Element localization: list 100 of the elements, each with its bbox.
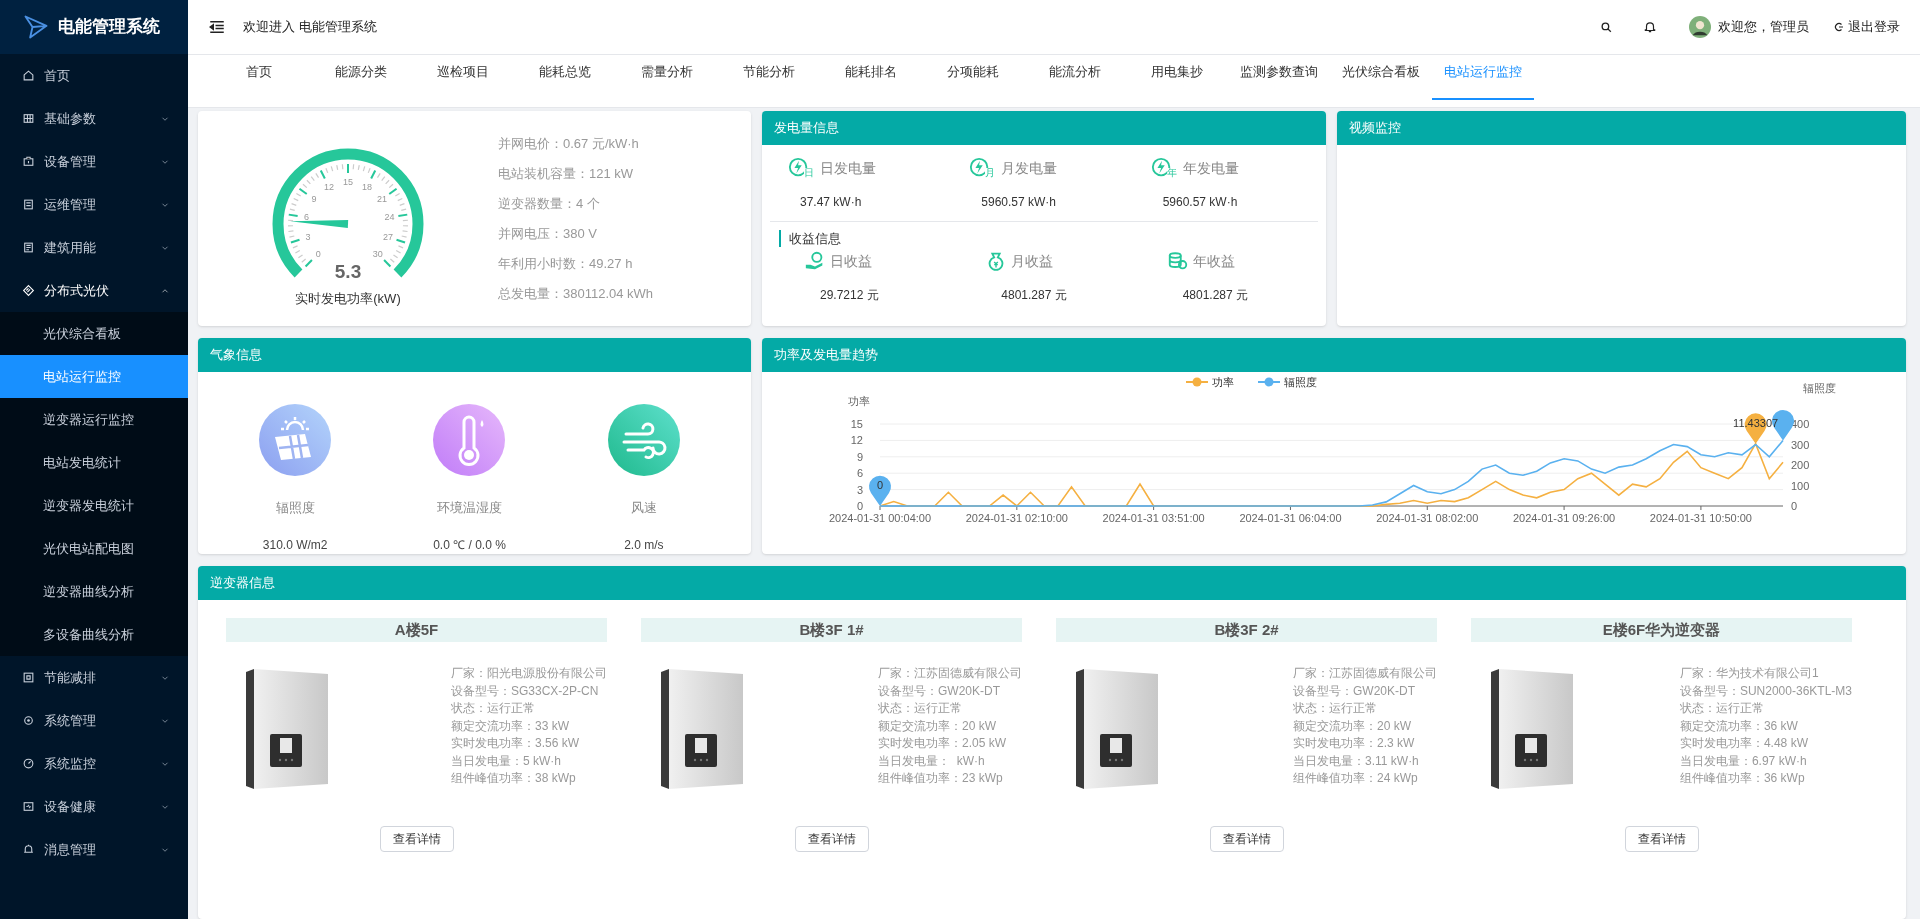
tab[interactable]: 能流分析 xyxy=(1024,58,1126,100)
pin-label: 0 xyxy=(876,478,884,491)
gauge-scale-label: 6 xyxy=(304,212,309,222)
sidebar-item[interactable]: 系统监控 xyxy=(0,742,188,785)
gauge-scale-label: 15 xyxy=(343,176,353,187)
sidebar-subitem[interactable]: 电站发电统计 xyxy=(0,441,188,484)
stat-value: 5960.57 kW·h xyxy=(1161,194,1239,211)
detail-text: 额定交流功率：20 kW xyxy=(1293,717,1412,735)
tab[interactable]: 节能分析 xyxy=(718,58,820,100)
detail-text: 实时发电功率：3.56 kW xyxy=(451,735,580,753)
axis-tick-label: 2024-01-31 00:04:00 xyxy=(828,511,932,524)
icon-badge: 日 xyxy=(804,168,814,178)
sidebar-item[interactable]: 消息管理 xyxy=(0,828,188,871)
detail-text: 厂家：阳光电源股份有限公司 xyxy=(451,665,607,683)
stat-label: 月收益 xyxy=(1011,251,1054,271)
menu-icon[interactable] xyxy=(208,18,226,36)
sidebar-subitem[interactable]: 逆变器曲线分析 xyxy=(0,570,188,613)
axis-title: 辐照度 xyxy=(1803,381,1836,394)
details-button[interactable]: 查看详情 xyxy=(379,826,454,853)
tab[interactable]: 光伏综合看板 xyxy=(1330,58,1432,100)
details-button[interactable]: 查看详情 xyxy=(1624,826,1699,853)
search-icon[interactable] xyxy=(1600,20,1613,34)
tab[interactable]: 巡检项目 xyxy=(412,58,514,100)
axis-title: 功率 xyxy=(848,394,870,407)
card-title: 发电量信息 xyxy=(774,119,839,138)
axis-tick-label: 300 xyxy=(1791,438,1810,451)
info-text: 年利用小时数：49.27 h xyxy=(498,254,634,273)
card-title: 视频监控 xyxy=(1349,119,1401,138)
axis-tick-label: 2024-01-31 03:51:00 xyxy=(1102,511,1205,524)
stat-value: 4801.287 元 xyxy=(1181,287,1250,304)
marker-pin xyxy=(869,475,891,506)
detail-text: 组件峰值功率：36 kWp xyxy=(1679,770,1806,788)
bell-icon[interactable] xyxy=(1643,20,1657,34)
list-icon xyxy=(22,198,35,211)
sidebar-item[interactable]: 建筑用能 xyxy=(0,226,188,269)
detail-text: 组件峰值功率：23 kWp xyxy=(878,770,1004,788)
avatar[interactable] xyxy=(1689,16,1711,38)
sidebar-item[interactable]: 系统管理 xyxy=(0,699,188,742)
weather-value: 0.0 ℃ / 0.0 % xyxy=(433,537,506,555)
tab[interactable]: 能耗总览 xyxy=(514,58,616,100)
detail-text: 实时发电功率：2.3 kW xyxy=(1293,735,1416,753)
monitor-icon xyxy=(22,800,35,813)
tab[interactable]: 能耗排名 xyxy=(820,58,922,100)
sidebar-item[interactable]: 节能减排 xyxy=(0,656,188,699)
detail-text: 当日发电量：5 kW·h xyxy=(451,752,562,770)
sidebar-item[interactable]: 运维管理 xyxy=(0,183,188,226)
stat-value: 37.47 kW·h xyxy=(799,194,863,211)
gauge-scale-label: 24 xyxy=(384,212,395,222)
info-text: 并网电压：380 V xyxy=(498,224,598,243)
card-title: 气象信息 xyxy=(210,345,262,364)
sidebar-item[interactable]: 分布式光伏 xyxy=(0,269,188,312)
section-title: 收益信息 xyxy=(779,230,841,247)
legend-label: 辐照度 xyxy=(1284,375,1317,388)
icon-badge: 月 xyxy=(985,168,996,178)
detail-text: 额定交流功率：36 kW xyxy=(1679,717,1799,735)
sidebar-subitem[interactable]: 逆变器发电统计 xyxy=(0,484,188,527)
details-button[interactable]: 查看详情 xyxy=(794,826,869,853)
gauge-scale-label: 21 xyxy=(376,193,387,204)
legend-marker xyxy=(1185,377,1209,387)
user-name[interactable]: 欢迎您，管理员 xyxy=(1718,17,1809,37)
axis-tick-label: 2024-01-31 06:04:00 xyxy=(1239,511,1342,524)
detail-text: 状态：运行正常 xyxy=(878,700,963,718)
axis-tick-label: 0 xyxy=(1791,499,1798,512)
pin-label: 11.43307 xyxy=(1733,416,1779,429)
logout-button[interactable]: 退出登录 xyxy=(1833,17,1900,37)
sidebar-subitem[interactable]: 光伏综合看板 xyxy=(0,312,188,355)
details-button[interactable]: 查看详情 xyxy=(1209,826,1284,853)
tab[interactable]: 首页 xyxy=(208,58,310,100)
welcome-text: 欢迎进入 电能管理系统 xyxy=(243,18,377,37)
axis-tick-label: 2024-01-31 10:50:00 xyxy=(1649,511,1752,524)
sidebar-subitem[interactable]: 逆变器运行监控 xyxy=(0,398,188,441)
tab[interactable]: 分项能耗 xyxy=(922,58,1024,100)
stat-label: 日发电量 xyxy=(820,158,876,178)
axis-tick-label: 9 xyxy=(856,450,863,463)
detail-text: 组件峰值功率：38 kWp xyxy=(451,770,577,788)
gauge-scale-label: 0 xyxy=(315,248,321,259)
sidebar-item[interactable]: 设备管理 xyxy=(0,140,188,183)
detail-text: 实时发电功率：2.05 kW xyxy=(878,735,1007,753)
axis-tick-label: 12 xyxy=(850,434,863,447)
gauge-scale-label: 27 xyxy=(382,231,393,242)
axis-tick-label: 2024-01-31 09:26:00 xyxy=(1513,511,1616,524)
sidebar-item[interactable]: 设备健康 xyxy=(0,785,188,828)
tab[interactable]: 监测参数查询 xyxy=(1228,58,1330,100)
detail-text: 设备型号：SUN2000-36KTL-M3 xyxy=(1679,682,1852,700)
legend-marker xyxy=(1257,377,1281,387)
sidebar-subitem[interactable]: 多设备曲线分析 xyxy=(0,613,188,656)
weather-value: 2.0 m/s xyxy=(624,537,664,555)
stat-label: 月发电量 xyxy=(1001,158,1058,178)
tab[interactable]: 能源分类 xyxy=(310,58,412,100)
sidebar-item[interactable]: 基础参数 xyxy=(0,97,188,140)
tab[interactable]: 需量分析 xyxy=(616,58,718,100)
stat-value: 29.7212 元 xyxy=(819,287,880,304)
info-text: 逆变器数量：4 个 xyxy=(498,194,601,213)
tab[interactable]: 用电集抄 xyxy=(1126,58,1228,100)
bird-logo-icon xyxy=(22,13,50,41)
square-icon xyxy=(22,671,35,684)
stat-label: 日收益 xyxy=(830,251,872,271)
sidebar-item[interactable]: 首页 xyxy=(0,54,188,97)
detail-text: 厂家：江苏固德威有限公司 xyxy=(878,665,1022,683)
sidebar-subitem[interactable]: 光伏电站配电图 xyxy=(0,527,188,570)
